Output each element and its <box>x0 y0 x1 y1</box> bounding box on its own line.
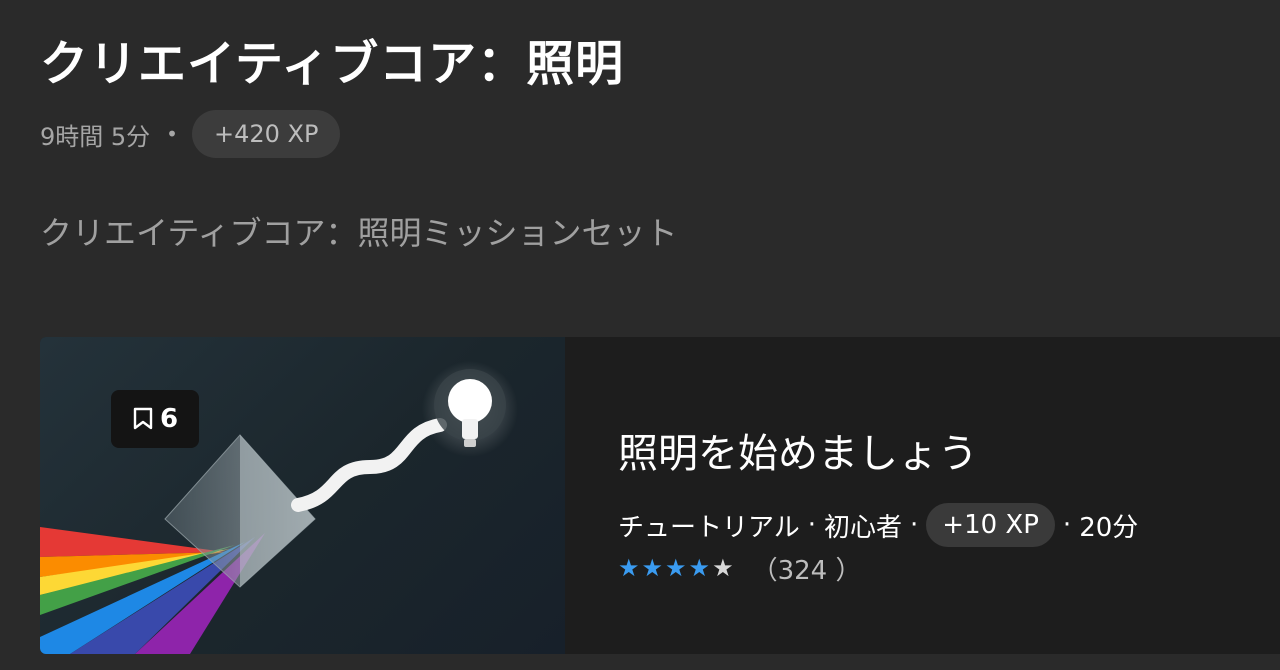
star-icon: ★ <box>665 554 687 582</box>
rating-count: （324 ） <box>751 555 862 586</box>
tutorial-title[interactable]: 照明を始めましょう <box>618 421 978 479</box>
star-icon: ★ <box>618 554 640 582</box>
rating-row: ★ ★ ★ ★ ★ （324 ） <box>618 551 862 586</box>
meta-separator: · <box>1062 510 1072 540</box>
bookmark-badge[interactable]: 6 <box>111 390 199 448</box>
course-subtitle: クリエイティブコア：照明ミッションセット <box>40 214 678 252</box>
bookmark-count: 6 <box>159 404 179 434</box>
tutorial-xp-badge: +10 XP <box>926 503 1055 547</box>
course-xp-badge: +420 XP <box>191 110 341 158</box>
rating-stars: ★ ★ ★ ★ ★ <box>618 556 734 580</box>
star-icon: ★ <box>712 554 734 582</box>
star-icon: ★ <box>641 554 664 582</box>
star-icon: ★ <box>688 554 711 582</box>
course-duration: 9時間 5分 <box>40 122 151 151</box>
course-title: クリエイティブコア：照明 <box>40 36 625 92</box>
tutorial-info: 照明を始めましょう チュートリアル · 初心者 · +10 XP · 20分 ★… <box>618 337 1278 654</box>
meta-separator: · <box>807 510 817 540</box>
prism-illustration <box>40 361 518 654</box>
tutorial-level: 初心者 <box>824 512 903 543</box>
course-page: クリエイティブコア：照明 9時間 5分 • +420 XP クリエイティブコア：… <box>0 0 1280 670</box>
bookmark-icon <box>132 407 154 431</box>
tutorial-duration: 20分 <box>1079 512 1139 543</box>
tutorial-thumbnail[interactable]: 6 <box>40 337 565 654</box>
meta-separator: • <box>166 122 178 146</box>
tutorial-card[interactable]: 6 照明を始めましょう チュートリアル · 初心者 · +10 XP · 20分… <box>40 337 1280 654</box>
tutorial-meta: チュートリアル · 初心者 · +10 XP · 20分 <box>618 503 1138 547</box>
course-meta: 9時間 5分 • +420 XP <box>40 110 341 158</box>
tutorial-type: チュートリアル <box>618 512 800 543</box>
meta-separator: · <box>910 510 919 540</box>
